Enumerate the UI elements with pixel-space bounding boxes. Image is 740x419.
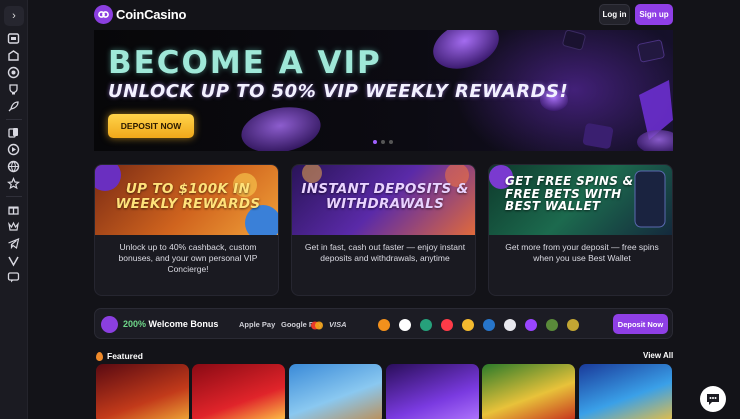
vip-icon[interactable]	[7, 220, 20, 233]
sidebar: ›	[0, 0, 28, 419]
game-tile[interactable]	[482, 364, 575, 419]
chat-icon[interactable]	[7, 271, 20, 284]
fire-icon	[96, 351, 103, 361]
hero-deposit-now-button[interactable]: DEPOSIT NOW	[108, 114, 194, 138]
coincasino-logo-icon	[94, 5, 113, 24]
deposit-now-button[interactable]: Deposit Now	[613, 314, 668, 334]
sidebar-divider	[6, 119, 22, 120]
gift-icon[interactable]	[7, 203, 20, 216]
promo-card-instant-deposits[interactable]: INSTANT DEPOSITS & WITHDRAWALS Get in fa…	[291, 164, 476, 296]
page: › CoinCasino Log in Sign up BECOME A VIP…	[0, 0, 740, 419]
game-tile[interactable]	[386, 364, 479, 419]
mastercard-icon	[310, 321, 324, 330]
featured-title: Featured	[107, 351, 143, 361]
promo-card-free-spins[interactable]: GET FREE SPINS & FREE BETS WITH BEST WAL…	[488, 164, 673, 296]
live-icon[interactable]	[7, 66, 20, 79]
promo-card-vip-rewards[interactable]: UP TO $100K IN WEEKLY REWARDS Unlock up …	[94, 164, 279, 296]
bitcoin-icon	[378, 319, 390, 331]
apple-pay-icon: Apple Pay	[239, 320, 276, 329]
logo-text: CoinCasino	[116, 7, 187, 22]
top-header: CoinCasino Log in Sign up	[28, 0, 740, 30]
promo-headline: UP TO $100K IN WEEKLY REWARDS	[115, 181, 261, 212]
site-logo[interactable]: CoinCasino	[94, 5, 186, 24]
welcome-bonus-text: 200% Welcome Bonus	[123, 319, 218, 329]
ripple-icon	[504, 319, 516, 331]
promo-headline: INSTANT DEPOSITS & WITHDRAWALS	[301, 181, 469, 212]
home-icon[interactable]	[7, 32, 20, 45]
telegram-icon[interactable]	[7, 237, 20, 250]
solana-icon	[525, 319, 537, 331]
bnb-icon	[462, 319, 474, 331]
view-all-link[interactable]: View All	[643, 351, 673, 360]
hero-title: BECOME A VIP	[108, 45, 382, 81]
usdc-icon	[483, 319, 495, 331]
sidebar-divider	[6, 196, 22, 197]
rocket-icon[interactable]	[7, 100, 20, 113]
play-icon[interactable]	[7, 143, 20, 156]
casino-icon[interactable]	[7, 49, 20, 62]
tether-icon	[420, 319, 432, 331]
bonus-percent: 200%	[123, 319, 147, 329]
promo-description: Get in fast, cash out faster — enjoy ins…	[304, 242, 466, 263]
login-button[interactable]: Log in	[599, 4, 630, 25]
signup-button[interactable]: Sign up	[635, 4, 673, 25]
bonus-label: Welcome Bonus	[148, 319, 219, 329]
carousel-dot-active[interactable]	[373, 140, 377, 144]
carousel-dot[interactable]	[389, 140, 393, 144]
sports-icon[interactable]	[7, 83, 20, 96]
wallet-icon[interactable]	[7, 254, 20, 267]
promo-headline: GET FREE SPINS & FREE BETS WITH BEST WAL…	[505, 174, 634, 213]
game-tile[interactable]	[96, 364, 189, 419]
coincasino-logo-icon	[101, 316, 118, 333]
hero-banner[interactable]: BECOME A VIP UNLOCK UP TO 50% VIP WEEKLY…	[94, 30, 673, 151]
ethereum-icon	[399, 319, 411, 331]
sidebar-toggle-button[interactable]: ›	[4, 6, 24, 26]
tron-icon	[441, 319, 453, 331]
game-tile[interactable]	[289, 364, 382, 419]
cards-icon[interactable]	[7, 126, 20, 139]
star-icon[interactable]	[7, 177, 20, 190]
litecoin-icon	[546, 319, 558, 331]
promo-description: Get more from your deposit — free spins …	[505, 242, 659, 263]
promo-description: Unlock up to 40% cashback, custom bonuse…	[118, 242, 258, 274]
chat-bubble-icon	[707, 394, 719, 405]
live-chat-button[interactable]	[700, 386, 726, 412]
game-tile[interactable]	[192, 364, 285, 419]
dogecoin-icon	[567, 319, 579, 331]
visa-icon: VISA	[329, 320, 347, 329]
hero-carousel-dots	[373, 140, 393, 144]
game-tile[interactable]	[579, 364, 672, 419]
globe-icon[interactable]	[7, 160, 20, 173]
welcome-bonus-bar: 200% Welcome Bonus Apple Pay Google Pay …	[94, 308, 673, 339]
hero-subtitle: UNLOCK UP TO 50% VIP WEEKLY REWARDS!	[108, 81, 569, 102]
featured-heading: Featured	[96, 351, 143, 361]
carousel-dot[interactable]	[381, 140, 385, 144]
